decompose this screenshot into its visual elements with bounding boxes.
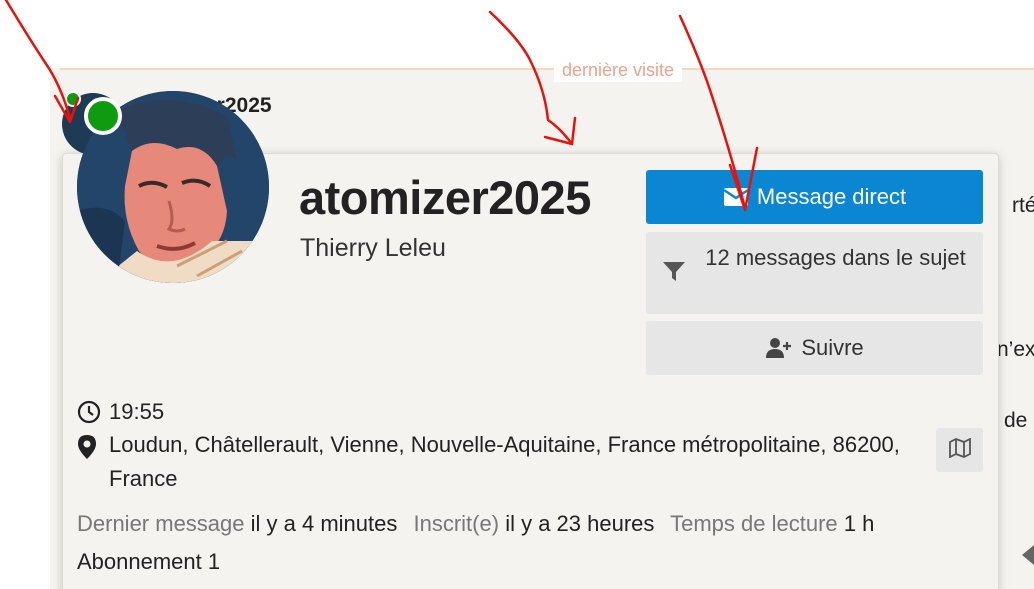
post-text-fragment: n’ex (997, 338, 1034, 361)
profile-full-name: Thierry Leleu (300, 234, 446, 262)
post-text-fragment: rtée (1012, 194, 1034, 217)
map-marker-icon (77, 428, 109, 462)
divider (60, 68, 1034, 70)
filter-messages-label: 12 messages dans le sujet (705, 245, 966, 270)
stat-label: Dernier message (77, 511, 245, 536)
stat-value: 1 h (843, 511, 875, 536)
location-row: Loudun, Châtellerault, Vienne, Nouvelle-… (77, 428, 917, 496)
last-visit-divider-label: dernière visite (554, 58, 683, 82)
clock-icon (77, 400, 109, 424)
profile-username[interactable]: atomizer2025 (299, 170, 591, 226)
local-time: 19:55 (109, 399, 165, 424)
post-text-fragment: de (1004, 409, 1028, 432)
filter-icon (662, 261, 686, 289)
stat-value: il y a 4 minutes (250, 511, 398, 536)
location-text: Loudun, Châtellerault, Vienne, Nouvelle-… (109, 432, 900, 491)
filter-topic-messages-button[interactable]: 12 messages dans le sujet (646, 232, 983, 314)
local-time-row: 19:55 (77, 395, 164, 429)
caret-left-icon[interactable] (1022, 545, 1034, 565)
stat-value: il y a 23 heures (505, 511, 655, 536)
follow-label: Suivre (801, 335, 864, 360)
direct-message-label: Message direct (756, 184, 907, 209)
post-online-indicator (65, 91, 81, 107)
follow-button[interactable]: Suivre (646, 321, 983, 375)
online-status-indicator (84, 97, 122, 135)
direct-message-button[interactable]: Message direct (646, 170, 983, 224)
subscriptions-count: Abonnement 1 (77, 549, 221, 574)
map-icon (948, 437, 971, 463)
user-plus-icon (765, 337, 793, 359)
envelope-icon (723, 187, 749, 207)
stat-label: Inscrit(e) (413, 511, 500, 536)
user-stats: Dernier message il y a 4 minutes Inscrit… (77, 508, 884, 540)
show-map-button[interactable] (936, 428, 983, 472)
stat-label: Temps de lecture (670, 511, 838, 536)
